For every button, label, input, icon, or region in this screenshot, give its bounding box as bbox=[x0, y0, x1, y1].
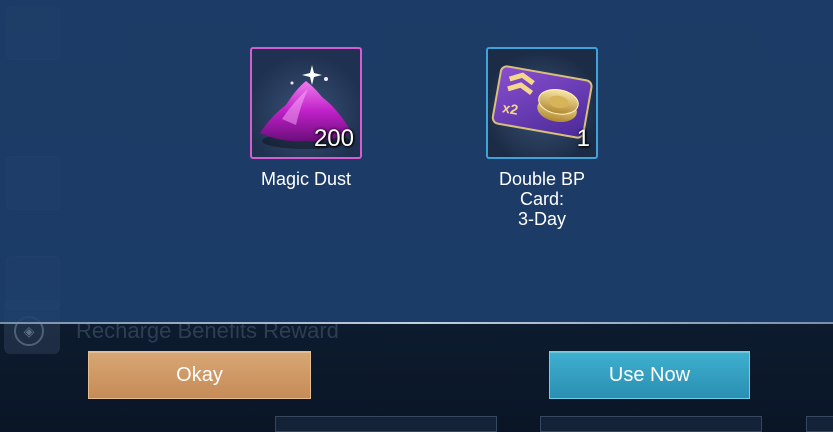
reward-name: Double BP Card: 3-Day bbox=[477, 169, 607, 229]
background-button bbox=[806, 416, 833, 432]
svg-text:x2: x2 bbox=[501, 99, 519, 117]
reward-name: Magic Dust bbox=[260, 169, 352, 189]
reward-quantity: 1 bbox=[576, 125, 590, 152]
background-button bbox=[540, 416, 762, 432]
panel-divider bbox=[0, 322, 833, 324]
reward-item-magic-dust[interactable]: 200 Magic Dust bbox=[241, 47, 371, 189]
reward-frame: 200 bbox=[250, 47, 362, 159]
okay-button[interactable]: Okay bbox=[88, 351, 311, 399]
reward-frame: x2 1 bbox=[486, 47, 598, 159]
reward-quantity: 200 bbox=[313, 125, 354, 152]
reward-name-line: 3-Day bbox=[517, 209, 566, 229]
use-now-button[interactable]: Use Now bbox=[549, 351, 750, 399]
background-button bbox=[275, 416, 497, 432]
reward-name-line: Double BP Card: bbox=[498, 169, 586, 209]
reward-item-double-bp-card[interactable]: x2 1 Double BP Card: 3-Day bbox=[477, 47, 607, 229]
reward-popup-panel: 200 Magic Dust x2 1 Double BP Card: 3-Da… bbox=[0, 0, 833, 323]
